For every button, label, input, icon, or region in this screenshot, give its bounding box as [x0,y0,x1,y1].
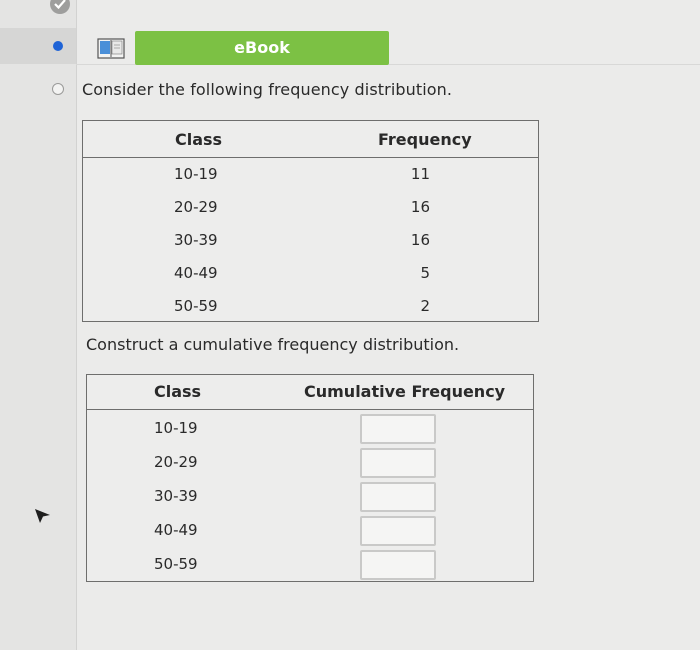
cumulative-frequency-header: Cumulative Frequency [304,382,506,401]
class-cell: 20-29 [154,453,198,471]
class-cell: 10-19 [154,419,198,437]
class-cell: 30-39 [174,231,218,249]
frequency-cell: 2 [420,297,430,315]
table-row: 10-19 11 [83,161,538,191]
class-header: Class [175,130,223,149]
active-rail-highlight [0,28,76,64]
table-row: 40-49 5 [83,260,538,290]
cumulative-answer-input[interactable] [360,516,436,546]
class-cell: 40-49 [174,264,218,282]
class-header: Class [154,382,202,401]
table-row: 50-59 2 [83,293,538,323]
cumulative-table: Class Cumulative Frequency 10-19 20-29 3… [86,374,534,582]
class-cell: 50-59 [174,297,218,315]
class-cell: 40-49 [154,521,198,539]
class-cell: 20-29 [174,198,218,216]
current-part-indicator[interactable] [53,41,63,51]
frequency-cell: 11 [410,165,430,183]
question-instruction: Construct a cumulative frequency distrib… [86,335,460,354]
table-row: 10-19 [87,413,533,447]
frequency-cell: 16 [410,198,430,216]
cumulative-answer-input[interactable] [360,414,436,444]
table-row: 20-29 [87,447,533,481]
table-row: 30-39 16 [83,227,538,257]
table-row: 20-29 16 [83,194,538,224]
table-row: 50-59 [87,549,533,583]
table-row: 30-39 [87,481,533,515]
frequency-table-header: Class Frequency [83,121,538,158]
table-row: 40-49 [87,515,533,549]
question-prompt: Consider the following frequency distrib… [82,80,453,99]
cumulative-table-header: Class Cumulative Frequency [87,375,533,410]
part-radio[interactable] [52,83,64,95]
class-cell: 10-19 [174,165,218,183]
frequency-cell: 5 [420,264,430,282]
ebook-button[interactable]: eBook [135,31,389,65]
frequency-header: Frequency [378,130,472,149]
cursor-icon [34,508,52,528]
cumulative-answer-input[interactable] [360,448,436,478]
class-cell: 50-59 [154,555,198,573]
cumulative-answer-input[interactable] [360,550,436,580]
frequency-cell: 16 [410,231,430,249]
class-cell: 30-39 [154,487,198,505]
cumulative-answer-input[interactable] [360,482,436,512]
book-icon[interactable] [97,36,125,60]
question-rail [0,0,77,650]
frequency-table: Class Frequency 10-19 11 20-29 16 30-39 … [82,120,539,322]
